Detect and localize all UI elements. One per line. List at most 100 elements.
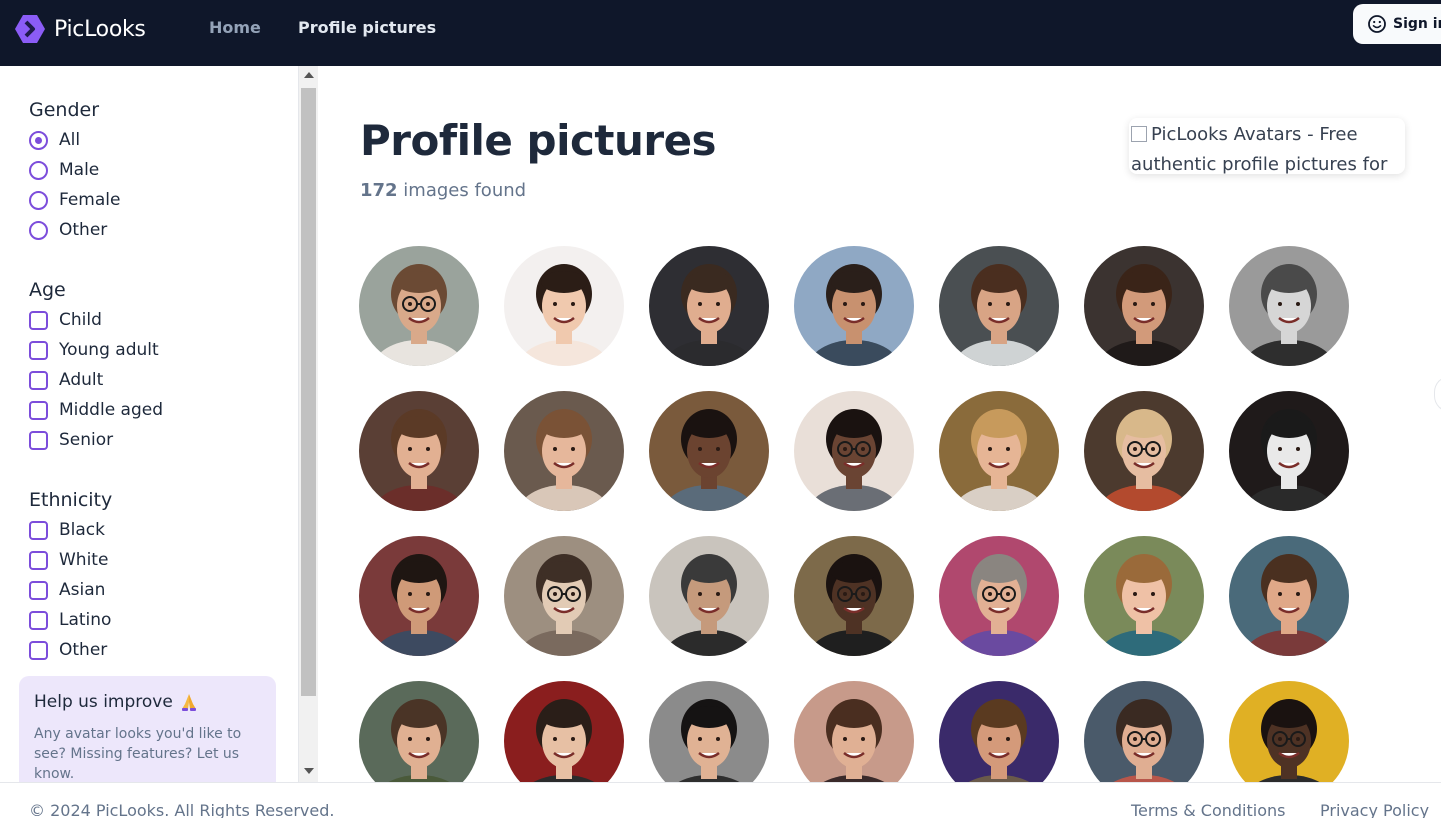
scroll-down-arrow-icon[interactable] — [304, 768, 314, 774]
avatar-thumbnail[interactable] — [359, 681, 479, 782]
avatar-thumbnail[interactable] — [649, 246, 769, 366]
ethnicity-option-asian[interactable]: Asian — [29, 575, 112, 605]
praying-hands-icon — [181, 694, 196, 711]
nav-profile-pictures-link[interactable]: Profile pictures — [298, 18, 436, 37]
avatar-photo — [1084, 391, 1204, 511]
checkbox[interactable] — [29, 370, 48, 390]
broken-banner-image[interactable]: PicLooks Avatars - Free authentic profil… — [1129, 118, 1405, 174]
avatar-photo — [1084, 536, 1204, 656]
avatar-thumbnail[interactable] — [939, 391, 1059, 511]
radio[interactable] — [29, 190, 48, 210]
privacy-link[interactable]: Privacy Policy — [1320, 801, 1429, 818]
age-option-adult[interactable]: Adult — [29, 365, 163, 395]
avatar-photo — [794, 536, 914, 656]
avatar-thumbnail[interactable] — [1084, 391, 1204, 511]
avatar-thumbnail[interactable] — [649, 681, 769, 782]
help-us-improve-card[interactable]: Help us improve Any avatar looks you'd l… — [19, 676, 276, 782]
age-option-middle-aged[interactable]: Middle aged — [29, 395, 163, 425]
age-filter: Age Child Young adult Adult Middle aged … — [29, 279, 163, 455]
gender-option-all[interactable]: All — [29, 125, 120, 155]
option-label: Senior — [59, 430, 114, 450]
brand-logo[interactable]: PicLooks — [14, 13, 146, 45]
option-label: Adult — [59, 370, 104, 390]
radio[interactable] — [29, 220, 48, 240]
main-content: Profile pictures 172 images found PicLoo… — [319, 66, 1441, 782]
avatar-thumbnail[interactable] — [1229, 391, 1349, 511]
option-label: Young adult — [59, 340, 159, 360]
option-label: Child — [59, 310, 102, 330]
sidebar-scrollbar[interactable] — [298, 66, 318, 782]
sign-in-button[interactable]: Sign in — [1353, 4, 1441, 44]
avatar-thumbnail[interactable] — [504, 536, 624, 656]
avatar-thumbnail[interactable] — [794, 391, 914, 511]
avatar-thumbnail[interactable] — [939, 536, 1059, 656]
checkbox[interactable] — [29, 520, 48, 540]
avatar-photo — [1229, 681, 1349, 782]
avatar-photo — [359, 246, 479, 366]
ethnicity-option-latino[interactable]: Latino — [29, 605, 112, 635]
help-title: Help us improve — [34, 692, 173, 712]
avatar-thumbnail[interactable] — [939, 681, 1059, 782]
age-option-child[interactable]: Child — [29, 305, 163, 335]
option-label: Black — [59, 520, 105, 540]
age-option-senior[interactable]: Senior — [29, 425, 163, 455]
avatar-thumbnail[interactable] — [359, 391, 479, 511]
avatar-thumbnail[interactable] — [939, 246, 1059, 366]
avatar-thumbnail[interactable] — [1229, 681, 1349, 782]
avatar-thumbnail[interactable] — [794, 681, 914, 782]
checkbox[interactable] — [29, 640, 48, 660]
avatar-thumbnail[interactable] — [1084, 246, 1204, 366]
avatar-thumbnail[interactable] — [504, 681, 624, 782]
gender-option-male[interactable]: Male — [29, 155, 120, 185]
option-label: Other — [59, 640, 108, 660]
gender-option-female[interactable]: Female — [29, 185, 120, 215]
scroll-up-arrow-icon[interactable] — [304, 72, 314, 78]
scrollbar-thumb[interactable] — [301, 88, 316, 696]
avatar-photo — [1229, 536, 1349, 656]
checkbox[interactable] — [29, 430, 48, 450]
age-title: Age — [29, 279, 66, 301]
avatar-thumbnail[interactable] — [1229, 536, 1349, 656]
option-label: Latino — [59, 610, 112, 630]
avatar-thumbnail[interactable] — [504, 246, 624, 366]
avatar-photo — [649, 391, 769, 511]
avatar-thumbnail[interactable] — [1084, 536, 1204, 656]
option-label: White — [59, 550, 109, 570]
gender-title: Gender — [29, 99, 100, 121]
checkbox[interactable] — [29, 400, 48, 420]
ethnicity-option-other[interactable]: Other — [29, 635, 112, 665]
avatar-thumbnail[interactable] — [1084, 681, 1204, 782]
results-count: 172 images found — [360, 180, 526, 201]
nav-home-link[interactable]: Home — [209, 18, 261, 37]
checkbox[interactable] — [29, 310, 48, 330]
brand-name: PicLooks — [54, 16, 146, 42]
avatar-thumbnail[interactable] — [504, 391, 624, 511]
copyright-text: © 2024 PicLooks. All Rights Reserved. — [29, 801, 335, 818]
avatar-thumbnail[interactable] — [794, 246, 914, 366]
avatar-thumbnail[interactable] — [359, 246, 479, 366]
avatar-photo — [1084, 246, 1204, 366]
avatar-thumbnail[interactable] — [1229, 246, 1349, 366]
avatar-photo — [504, 681, 624, 782]
avatar-photo — [649, 536, 769, 656]
avatar-photo — [794, 681, 914, 782]
gender-option-other[interactable]: Other — [29, 215, 120, 245]
avatar-photo — [1229, 246, 1349, 366]
checkbox[interactable] — [29, 610, 48, 630]
avatar-thumbnail[interactable] — [649, 536, 769, 656]
ethnicity-option-black[interactable]: Black — [29, 515, 112, 545]
radio[interactable] — [29, 160, 48, 180]
terms-link[interactable]: Terms & Conditions — [1131, 801, 1285, 818]
age-option-young-adult[interactable]: Young adult — [29, 335, 163, 365]
radio-selected[interactable] — [29, 130, 48, 150]
checkbox[interactable] — [29, 550, 48, 570]
avatar-thumbnail[interactable] — [359, 536, 479, 656]
avatar-thumbnail[interactable] — [794, 536, 914, 656]
option-label: Asian — [59, 580, 106, 600]
checkbox[interactable] — [29, 580, 48, 600]
checkbox[interactable] — [29, 340, 48, 360]
ethnicity-option-white[interactable]: White — [29, 545, 112, 575]
avatar-photo — [649, 246, 769, 366]
avatar-thumbnail[interactable] — [649, 391, 769, 511]
broken-image-alt-text: PicLooks Avatars - Free authentic profil… — [1131, 124, 1388, 174]
